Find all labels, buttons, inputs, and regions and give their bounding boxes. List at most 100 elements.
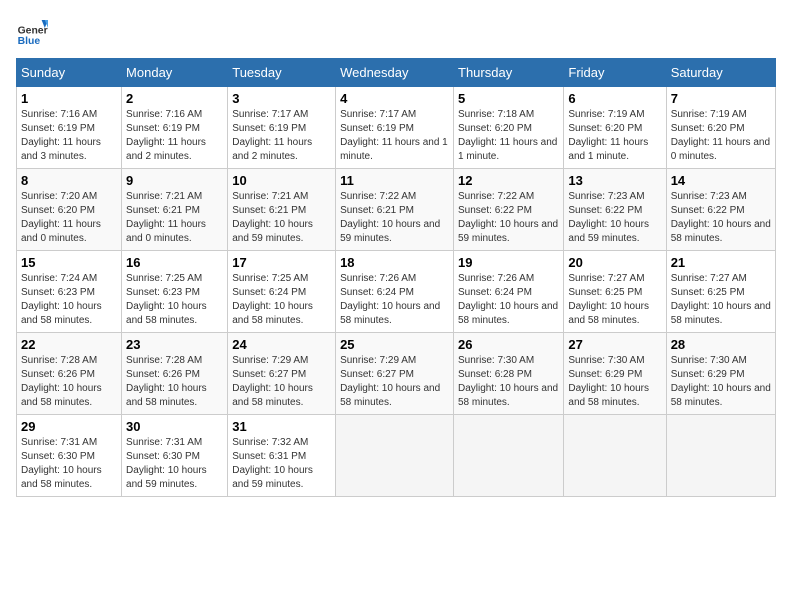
day-info: Sunrise: 7:20 AMSunset: 6:20 PMDaylight:… xyxy=(21,191,101,244)
calendar-cell: 9 Sunrise: 7:21 AMSunset: 6:21 PMDaylight… xyxy=(122,169,228,251)
day-info: Sunrise: 7:28 AMSunset: 6:26 PMDaylight:… xyxy=(21,355,102,408)
day-number: 1 xyxy=(21,91,117,106)
day-number: 29 xyxy=(21,419,117,434)
calendar-header-sunday: Sunday xyxy=(17,59,122,87)
day-info: Sunrise: 7:27 AMSunset: 6:25 PMDaylight:… xyxy=(568,273,649,326)
day-info: Sunrise: 7:29 AMSunset: 6:27 PMDaylight:… xyxy=(340,355,440,408)
day-info: Sunrise: 7:30 AMSunset: 6:29 PMDaylight:… xyxy=(568,355,649,408)
calendar-header-thursday: Thursday xyxy=(454,59,564,87)
day-info: Sunrise: 7:21 AMSunset: 6:21 PMDaylight:… xyxy=(232,191,313,244)
day-number: 9 xyxy=(126,173,223,188)
day-info: Sunrise: 7:23 AMSunset: 6:22 PMDaylight:… xyxy=(671,191,771,244)
day-info: Sunrise: 7:27 AMSunset: 6:25 PMDaylight:… xyxy=(671,273,771,326)
calendar-table: SundayMondayTuesdayWednesdayThursdayFrid… xyxy=(16,58,776,497)
calendar-cell: 20 Sunrise: 7:27 AMSunset: 6:25 PMDayligh… xyxy=(564,251,666,333)
day-number: 28 xyxy=(671,337,771,352)
day-info: Sunrise: 7:19 AMSunset: 6:20 PMDaylight:… xyxy=(568,109,648,162)
day-number: 14 xyxy=(671,173,771,188)
calendar-cell xyxy=(564,415,666,497)
day-number: 19 xyxy=(458,255,559,270)
day-info: Sunrise: 7:30 AMSunset: 6:28 PMDaylight:… xyxy=(458,355,558,408)
calendar-cell: 22 Sunrise: 7:28 AMSunset: 6:26 PMDayligh… xyxy=(17,333,122,415)
day-number: 16 xyxy=(126,255,223,270)
day-number: 12 xyxy=(458,173,559,188)
calendar-cell: 15Sunrise: 7:24 AMSunset: 6:23 PMDayligh… xyxy=(17,251,122,333)
calendar-cell: 16 Sunrise: 7:25 AMSunset: 6:23 PMDayligh… xyxy=(122,251,228,333)
day-info: Sunrise: 7:16 AMSunset: 6:19 PMDaylight:… xyxy=(126,109,206,162)
day-number: 25 xyxy=(340,337,449,352)
calendar-cell: 3 Sunrise: 7:17 AMSunset: 6:19 PMDaylight… xyxy=(228,87,336,169)
calendar-header-tuesday: Tuesday xyxy=(228,59,336,87)
calendar-week-row: 8 Sunrise: 7:20 AMSunset: 6:20 PMDaylight… xyxy=(17,169,776,251)
day-number: 5 xyxy=(458,91,559,106)
day-number: 21 xyxy=(671,255,771,270)
calendar-cell: 25 Sunrise: 7:29 AMSunset: 6:27 PMDayligh… xyxy=(336,333,454,415)
day-info: Sunrise: 7:26 AMSunset: 6:24 PMDaylight:… xyxy=(458,273,558,326)
day-info: Sunrise: 7:28 AMSunset: 6:26 PMDaylight:… xyxy=(126,355,207,408)
day-number: 30 xyxy=(126,419,223,434)
day-info: Sunrise: 7:30 AMSunset: 6:29 PMDaylight:… xyxy=(671,355,771,408)
calendar-cell: 24Sunrise: 7:29 AMSunset: 6:27 PMDayligh… xyxy=(228,333,336,415)
day-number: 4 xyxy=(340,91,449,106)
calendar-header-monday: Monday xyxy=(122,59,228,87)
day-number: 24 xyxy=(232,337,331,352)
calendar-cell: 5 Sunrise: 7:18 AMSunset: 6:20 PMDaylight… xyxy=(454,87,564,169)
day-info: Sunrise: 7:19 AMSunset: 6:20 PMDaylight:… xyxy=(671,109,770,162)
day-info: Sunrise: 7:16 AMSunset: 6:19 PMDaylight:… xyxy=(21,109,101,162)
calendar-header-saturday: Saturday xyxy=(666,59,775,87)
day-info: Sunrise: 7:31 AMSunset: 6:30 PMDaylight:… xyxy=(21,437,102,490)
calendar-cell: 11Sunrise: 7:22 AMSunset: 6:21 PMDayligh… xyxy=(336,169,454,251)
day-number: 2 xyxy=(126,91,223,106)
calendar-cell: 17 Sunrise: 7:25 AMSunset: 6:24 PMDayligh… xyxy=(228,251,336,333)
day-number: 7 xyxy=(671,91,771,106)
day-info: Sunrise: 7:25 AMSunset: 6:23 PMDaylight:… xyxy=(126,273,207,326)
calendar-cell: 28 Sunrise: 7:30 AMSunset: 6:29 PMDayligh… xyxy=(666,333,775,415)
logo-icon: General Blue xyxy=(16,16,48,48)
day-number: 6 xyxy=(568,91,661,106)
calendar-cell: 8 Sunrise: 7:20 AMSunset: 6:20 PMDaylight… xyxy=(17,169,122,251)
day-info: Sunrise: 7:32 AMSunset: 6:31 PMDaylight:… xyxy=(232,437,313,490)
day-number: 8 xyxy=(21,173,117,188)
svg-text:General: General xyxy=(18,26,48,37)
day-info: Sunrise: 7:24 AMSunset: 6:23 PMDaylight:… xyxy=(21,273,102,326)
day-info: Sunrise: 7:21 AMSunset: 6:21 PMDaylight:… xyxy=(126,191,206,244)
day-info: Sunrise: 7:31 AMSunset: 6:30 PMDaylight:… xyxy=(126,437,207,490)
day-number: 26 xyxy=(458,337,559,352)
calendar-cell: 21 Sunrise: 7:27 AMSunset: 6:25 PMDayligh… xyxy=(666,251,775,333)
day-info: Sunrise: 7:22 AMSunset: 6:22 PMDaylight:… xyxy=(458,191,558,244)
day-info: Sunrise: 7:23 AMSunset: 6:22 PMDaylight:… xyxy=(568,191,649,244)
calendar-cell: 29 Sunrise: 7:31 AMSunset: 6:30 PMDayligh… xyxy=(17,415,122,497)
day-info: Sunrise: 7:17 AMSunset: 6:19 PMDaylight:… xyxy=(340,109,448,162)
day-info: Sunrise: 7:17 AMSunset: 6:19 PMDaylight:… xyxy=(232,109,312,162)
day-number: 17 xyxy=(232,255,331,270)
calendar-header-friday: Friday xyxy=(564,59,666,87)
day-info: Sunrise: 7:18 AMSunset: 6:20 PMDaylight:… xyxy=(458,109,557,162)
page-header: General Blue xyxy=(16,16,776,48)
day-info: Sunrise: 7:25 AMSunset: 6:24 PMDaylight:… xyxy=(232,273,313,326)
calendar-cell: 19 Sunrise: 7:26 AMSunset: 6:24 PMDayligh… xyxy=(454,251,564,333)
calendar-cell: 6 Sunrise: 7:19 AMSunset: 6:20 PMDaylight… xyxy=(564,87,666,169)
calendar-cell: 10 Sunrise: 7:21 AMSunset: 6:21 PMDayligh… xyxy=(228,169,336,251)
calendar-cell xyxy=(336,415,454,497)
calendar-cell xyxy=(454,415,564,497)
day-number: 11 xyxy=(340,173,449,188)
svg-text:Blue: Blue xyxy=(18,36,41,47)
day-number: 23 xyxy=(126,337,223,352)
calendar-cell: 30 Sunrise: 7:31 AMSunset: 6:30 PMDayligh… xyxy=(122,415,228,497)
calendar-header-row: SundayMondayTuesdayWednesdayThursdayFrid… xyxy=(17,59,776,87)
day-number: 3 xyxy=(232,91,331,106)
calendar-cell: 31Sunrise: 7:32 AMSunset: 6:31 PMDayligh… xyxy=(228,415,336,497)
calendar-cell: 1 Sunrise: 7:16 AMSunset: 6:19 PMDaylight… xyxy=(17,87,122,169)
calendar-week-row: 29 Sunrise: 7:31 AMSunset: 6:30 PMDayligh… xyxy=(17,415,776,497)
calendar-cell: 13Sunrise: 7:23 AMSunset: 6:22 PMDayligh… xyxy=(564,169,666,251)
calendar-cell xyxy=(666,415,775,497)
calendar-cell: 27 Sunrise: 7:30 AMSunset: 6:29 PMDayligh… xyxy=(564,333,666,415)
day-number: 20 xyxy=(568,255,661,270)
day-number: 10 xyxy=(232,173,331,188)
calendar-cell: 23 Sunrise: 7:28 AMSunset: 6:26 PMDayligh… xyxy=(122,333,228,415)
day-number: 22 xyxy=(21,337,117,352)
calendar-cell: 12 Sunrise: 7:22 AMSunset: 6:22 PMDayligh… xyxy=(454,169,564,251)
day-number: 18 xyxy=(340,255,449,270)
day-number: 27 xyxy=(568,337,661,352)
calendar-cell: 26 Sunrise: 7:30 AMSunset: 6:28 PMDayligh… xyxy=(454,333,564,415)
